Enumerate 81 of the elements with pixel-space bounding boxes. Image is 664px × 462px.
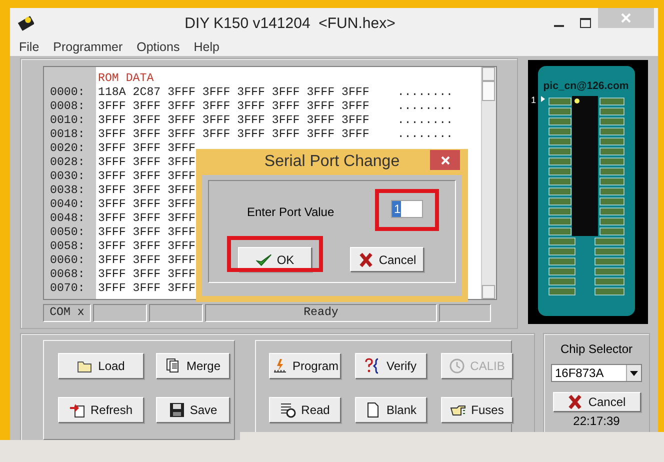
floppy-icon xyxy=(168,402,185,418)
dropdown-arrow-icon xyxy=(630,370,638,376)
hex-words: 3FFF 3FFF 3FFF xyxy=(98,212,196,226)
blank-page-icon xyxy=(365,402,382,418)
hex-words: 3FFF 3FFF 3FFF xyxy=(98,156,196,170)
hex-words: 3FFF 3FFF 3FFF xyxy=(98,198,196,212)
toolbar-button[interactable]: Fuses xyxy=(441,397,513,423)
hex-words: 3FFF 3FFF 3FFF xyxy=(98,170,196,184)
menu-item[interactable]: Programmer xyxy=(48,40,128,54)
hex-words: 3FFF 3FFF 3FFF xyxy=(98,226,196,240)
ascii-text: ........ xyxy=(397,128,454,142)
menu-item[interactable]: File xyxy=(14,40,44,54)
hex-words: 3FFF 3FFF 3FFF xyxy=(98,240,196,254)
document-lens-icon xyxy=(280,402,296,418)
checkmark-icon xyxy=(256,252,272,268)
address-label: 0038: xyxy=(49,184,86,198)
hex-words: 3FFF 3FFF 3FFF 3FFF 3FFF 3FFF 3FFF 3FFF xyxy=(98,128,370,142)
hex-words: 3FFF 3FFF 3FFF xyxy=(98,254,196,268)
hex-words: 3FFF 3FFF 3FFF 3FFF 3FFF 3FFF 3FFF 3FFF xyxy=(98,100,370,114)
port-input-field[interactable]: 1 xyxy=(391,200,423,218)
toolbar-button[interactable]: Blank xyxy=(355,397,427,423)
socket-label: pic_cn@126.com xyxy=(543,80,629,92)
cross-icon xyxy=(567,394,584,410)
pages-icon xyxy=(165,358,182,374)
address-label: 0008: xyxy=(49,100,86,114)
toolbar-button[interactable]: Read xyxy=(269,397,341,423)
port-status: COM x xyxy=(43,304,91,322)
dialog-close-button[interactable] xyxy=(430,150,460,170)
toolbar-button[interactable]: Load xyxy=(58,353,144,379)
ascii-text: ........ xyxy=(397,114,454,128)
address-label: 0060: xyxy=(49,254,86,268)
chip-bolt-icon xyxy=(272,358,288,374)
address-label: 0048: xyxy=(49,212,86,226)
clock-time: 22:17:39 xyxy=(573,414,620,428)
toolbar-button[interactable]: Program xyxy=(269,353,341,379)
address-label: 0058: xyxy=(49,240,86,254)
hex-words: 3FFF 3FFF 3FFF xyxy=(98,142,196,156)
maximize-icon[interactable] xyxy=(580,18,590,28)
address-label: 0068: xyxy=(49,268,86,282)
selector-title: Chip Selector xyxy=(560,342,633,356)
close-icon xyxy=(621,13,631,23)
dialog-title: Serial Port Change xyxy=(264,153,400,171)
app-icon xyxy=(18,15,34,31)
address-label: 0010: xyxy=(49,114,86,128)
hex-words: 3FFF 3FFF 3FFF xyxy=(98,268,196,282)
address-label: 0040: xyxy=(49,198,86,212)
status-panel xyxy=(93,304,147,322)
address-label: 0018: xyxy=(49,128,86,142)
document-arrow-icon xyxy=(69,402,86,418)
cross-icon xyxy=(358,252,374,268)
ascii-text: ........ xyxy=(397,86,454,100)
hex-words: 3FFF 3FFF 3FFF 3FFF 3FFF 3FFF 3FFF 3FFF xyxy=(98,114,370,128)
menu-item[interactable]: Options xyxy=(132,40,185,54)
toolbar-button[interactable]: Refresh xyxy=(58,397,144,423)
address-label: 0050: xyxy=(49,226,86,240)
ascii-text: ........ xyxy=(397,100,454,114)
hex-words: 118A 2C87 3FFF 3FFF 3FFF 3FFF 3FFF 3FFF xyxy=(98,86,370,100)
status-message: Ready xyxy=(205,304,437,322)
address-label: 0028: xyxy=(49,156,86,170)
field-label: Enter Port Value xyxy=(247,205,334,219)
toolbar-button[interactable]: Save xyxy=(156,397,230,423)
toolbar-button[interactable]: Merge xyxy=(156,353,230,379)
scrollbar[interactable] xyxy=(481,67,496,299)
hex-header: ROM DATA xyxy=(97,72,155,86)
status-panel xyxy=(149,304,203,322)
status-panel xyxy=(439,304,491,322)
cancel-button[interactable]: Cancel xyxy=(350,247,424,272)
cancel-button[interactable]: Cancel xyxy=(552,392,640,412)
window-title: DIY K150 v141204 <FUN.hex> xyxy=(184,14,396,32)
address-label: 0020: xyxy=(49,142,86,156)
address-label: 0070: xyxy=(49,282,86,296)
hex-words: 3FFF 3FFF 3FFF xyxy=(98,184,196,198)
pin-number: 1 xyxy=(531,95,536,105)
address-label: 0000: xyxy=(49,86,86,100)
close-icon xyxy=(440,156,450,164)
address-label: 0030: xyxy=(49,170,86,184)
menu-item[interactable]: Help xyxy=(188,40,224,54)
chip-dropdown[interactable]: 16F873A xyxy=(551,364,642,382)
clock-icon xyxy=(449,358,466,374)
toolbar-button[interactable]: Verify xyxy=(355,353,427,379)
hex-words: 3FFF 3FFF 3FFF xyxy=(98,282,196,296)
